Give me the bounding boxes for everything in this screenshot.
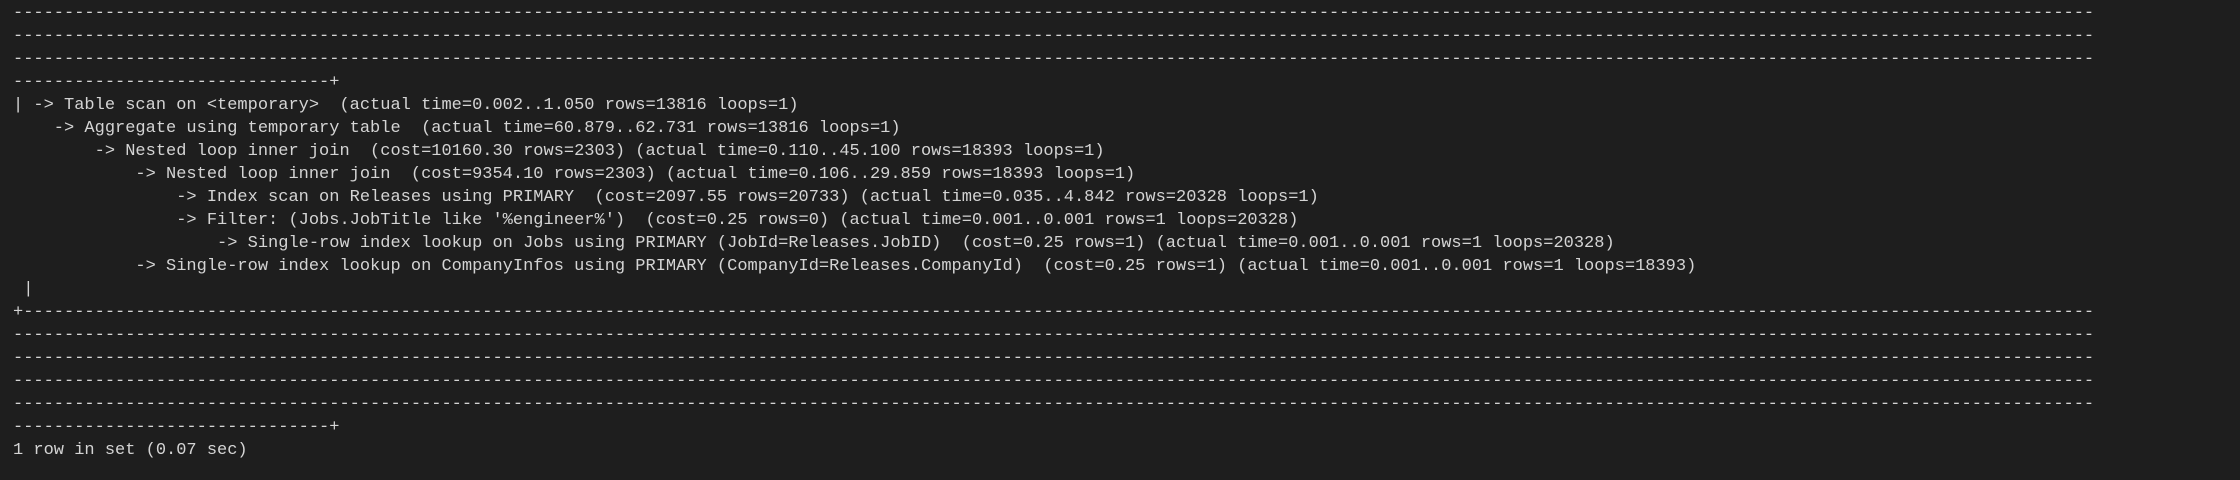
- explain-line-aggregate: -> Aggregate using temporary table (actu…: [13, 119, 901, 138]
- table-border-bottom-5: ----------------------------------------…: [13, 395, 2095, 414]
- explain-line-nested-loop-inner: -> Nested loop inner join (cost=9354.10 …: [13, 165, 1136, 184]
- table-border-bottom-corner: +---------------------------------------…: [13, 303, 2095, 322]
- explain-line-lookup-companyinfos: -> Single-row index lookup on CompanyInf…: [13, 257, 1697, 276]
- explain-line-filter-jobtitle: -> Filter: (Jobs.JobTitle like '%enginee…: [13, 211, 1299, 230]
- table-border-top-2: ----------------------------------------…: [13, 27, 2095, 46]
- table-border-top-corner: -------------------------------+: [13, 73, 340, 92]
- explain-line-nested-loop-outer: -> Nested loop inner join (cost=10160.30…: [13, 142, 1105, 161]
- table-border-bottom-end: -------------------------------+: [13, 418, 340, 437]
- table-border-bottom-2: ----------------------------------------…: [13, 326, 2095, 345]
- table-border-top-3: ----------------------------------------…: [13, 50, 2095, 69]
- terminal-output[interactable]: ----------------------------------------…: [0, 0, 2240, 480]
- table-border-bottom-3: ----------------------------------------…: [13, 349, 2095, 368]
- table-border-bottom-4: ----------------------------------------…: [13, 372, 2095, 391]
- table-border-top-1: ----------------------------------------…: [13, 4, 2095, 23]
- result-status-line: 1 row in set (0.07 sec): [13, 441, 248, 460]
- explain-line-index-scan-releases: -> Index scan on Releases using PRIMARY …: [13, 188, 1319, 207]
- explain-line-lookup-jobs: -> Single-row index lookup on Jobs using…: [13, 234, 1615, 253]
- explain-line-table-scan: | -> Table scan on <temporary> (actual t…: [13, 96, 799, 115]
- table-cell-end: |: [13, 280, 34, 299]
